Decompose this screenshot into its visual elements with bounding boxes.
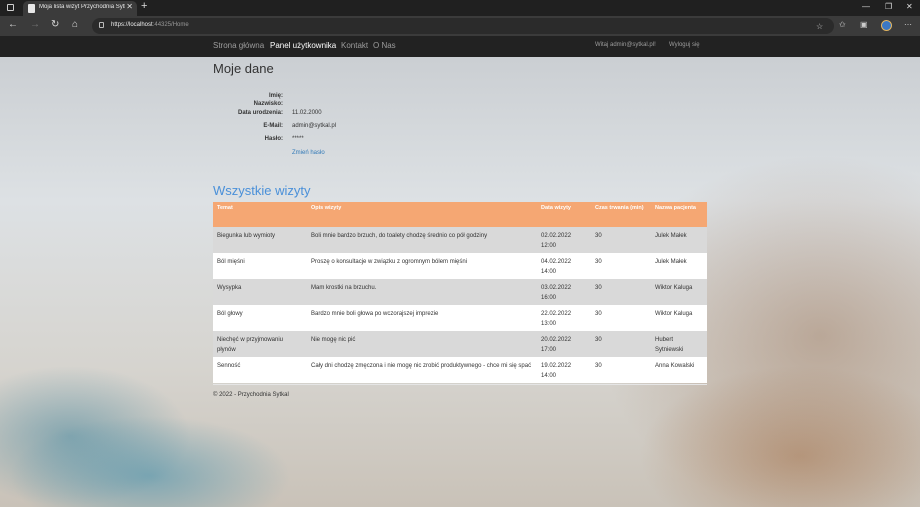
cell-patient: Julek Małek (651, 227, 707, 253)
last-name-label: Nazwisko: (253, 101, 283, 107)
cell-date: 02.02.2022 12:00 (537, 227, 591, 253)
column-header-duration: Czas trwania (min) (591, 202, 651, 227)
password-label: Hasło: (264, 136, 283, 142)
visits-table: Temat Opis wizyty Data wizyty Czas trwan… (213, 202, 707, 383)
tab-title: Moja lista wizyt Przychodnia Sytkal (39, 4, 125, 10)
cell-description: Mam krostki na brzuchu. (307, 279, 537, 305)
column-header-description: Opis wizyty (307, 202, 537, 227)
first-name-label: Imię: (268, 93, 283, 99)
cell-description: Cały dni chodzę zmęczona i nie mogę nic … (307, 357, 537, 383)
cell-topic: Niechęć w przyjmowaniu płynów (213, 331, 307, 357)
nav-user-panel[interactable]: Panel użytkownika (270, 41, 336, 50)
cell-description: Bardzo mnie boli głowa po wczorajszej im… (307, 305, 537, 331)
cell-date: 20.02.2022 17:00 (537, 331, 591, 357)
page-favicon-icon (28, 4, 35, 13)
cell-duration: 30 (591, 227, 651, 253)
browser-toolbar: ← → ↻ ⌂ https://localhost:44325/Home ☆ ✩… (0, 16, 920, 36)
close-window-icon[interactable]: ✕ (906, 2, 913, 11)
password-value: ***** (292, 136, 304, 142)
nav-logout[interactable]: Wyloguj się (669, 42, 700, 48)
cell-patient: Julek Małek (651, 253, 707, 279)
cell-patient: Hubert Sytniewski (651, 331, 707, 357)
dob-label: Data urodzenia: (237, 110, 283, 116)
cell-date: 04.02.2022 14:00 (537, 253, 591, 279)
forward-icon[interactable]: → (30, 19, 40, 30)
cell-topic: Senność (213, 357, 307, 383)
cell-patient: Anna Kowalski (651, 357, 707, 383)
table-header-row: Temat Opis wizyty Data wizyty Czas trwan… (213, 202, 707, 227)
browser-tab[interactable]: Moja lista wizyt Przychodnia Sytkal ✕ (23, 1, 137, 16)
footer-copyright: © 2022 - Przychodnia Sytkal (213, 392, 289, 398)
table-row: Ból głowy Bardzo mnie boli głowa po wczo… (213, 305, 707, 331)
tab-close-icon[interactable]: ✕ (126, 2, 133, 11)
cell-duration: 30 (591, 253, 651, 279)
lock-icon (99, 22, 104, 28)
column-header-topic: Temat (213, 202, 307, 227)
cell-description: Nie mogę nic pić (307, 331, 537, 357)
collections-icon[interactable]: ▣ (860, 20, 868, 29)
cell-description: Proszę o konsultacje w związku z ogromny… (307, 253, 537, 279)
address-bar[interactable]: https://localhost:44325/Home ☆ (92, 18, 834, 34)
table-row: Ból mięśni Proszę o konsultacje w związk… (213, 253, 707, 279)
restore-icon[interactable]: ❐ (885, 2, 892, 11)
cell-patient: Wiktor Kaluga (651, 305, 707, 331)
window-menu-icon[interactable] (7, 4, 14, 11)
cell-date: 22.02.2022 13:00 (537, 305, 591, 331)
new-tab-icon[interactable]: + (141, 0, 147, 12)
cell-date: 03.02.2022 16:00 (537, 279, 591, 305)
back-icon[interactable]: ← (8, 19, 18, 30)
cell-duration: 30 (591, 279, 651, 305)
cell-duration: 30 (591, 305, 651, 331)
cell-duration: 30 (591, 331, 651, 357)
favorite-star-icon[interactable]: ☆ (816, 22, 823, 31)
nav-home[interactable]: Strona główna (213, 41, 264, 50)
cell-duration: 30 (591, 357, 651, 383)
visits-heading: Wszystkie wizyty (213, 183, 311, 198)
column-header-date: Data wizyty (537, 202, 591, 227)
table-row: Biegunka lub wymioty Boli mnie bardzo br… (213, 227, 707, 253)
minimize-icon[interactable]: — (862, 2, 870, 11)
change-password-link[interactable]: Zmień hasło (292, 150, 325, 156)
profile-avatar[interactable] (881, 20, 892, 31)
table-row: Senność Cały dni chodzę zmęczona i nie m… (213, 357, 707, 383)
footer-divider (213, 384, 707, 385)
page-content: Strona główna Panel użytkownika Kontakt … (0, 36, 920, 507)
cell-topic: Wysypka (213, 279, 307, 305)
nav-greeting[interactable]: Witaj admin@sytkal.pl! (595, 42, 656, 48)
nav-about[interactable]: O Nas (373, 41, 396, 50)
cell-topic: Ból głowy (213, 305, 307, 331)
email-label: E-Mail: (263, 123, 283, 129)
favorites-icon[interactable]: ✩ (839, 20, 846, 29)
url-text: https://localhost:44325/Home (111, 22, 189, 28)
cell-description: Boli mnie bardzo brzuch, do toalety chod… (307, 227, 537, 253)
column-header-patient: Nazwa pacjenta (651, 202, 707, 227)
cell-patient: Wiktor Kaluga (651, 279, 707, 305)
home-icon[interactable]: ⌂ (72, 19, 78, 30)
cell-topic: Biegunka lub wymioty (213, 227, 307, 253)
table-row: Wysypka Mam krostki na brzuchu. 03.02.20… (213, 279, 707, 305)
profile-heading: Moje dane (213, 61, 274, 76)
more-options-icon[interactable]: ⋯ (904, 20, 912, 29)
cell-topic: Ból mięśni (213, 253, 307, 279)
table-row: Niechęć w przyjmowaniu płynów Nie mogę n… (213, 331, 707, 357)
cell-date: 19.02.2022 14:00 (537, 357, 591, 383)
email-value: admin@sytkal.pl (292, 123, 337, 129)
app-navbar: Strona główna Panel użytkownika Kontakt … (0, 36, 920, 57)
dob-value: 11.02.2000 (292, 110, 322, 116)
nav-contact[interactable]: Kontakt (341, 41, 368, 50)
browser-tab-bar: Moja lista wizyt Przychodnia Sytkal ✕ + … (0, 0, 920, 16)
refresh-icon[interactable]: ↻ (51, 19, 59, 30)
